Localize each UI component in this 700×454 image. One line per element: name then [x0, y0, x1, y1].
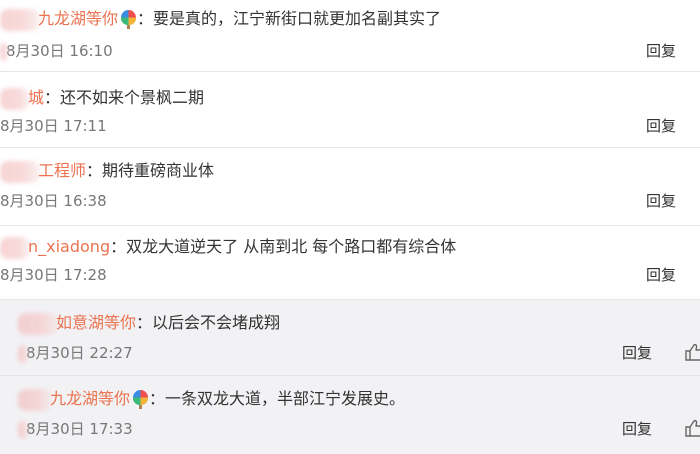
comment-item: n_xiadong：双龙大道逆天了 从南到北 每个路口都有综合体 8月30日 1… — [0, 226, 700, 300]
username-link[interactable]: 九龙湖等你 — [38, 6, 118, 32]
comment-text: ：一条双龙大道，半部江宁发展史。 — [149, 389, 406, 408]
avatar-blur — [18, 312, 58, 335]
comment-time: 8月30日 16:10 — [6, 42, 113, 60]
username-link[interactable]: 九龙湖等你 — [50, 386, 130, 412]
blur-mask — [18, 420, 28, 439]
comment-time: 8月30日 17:11 — [0, 117, 107, 135]
comment-text: ：双龙大道逆天了 从南到北 每个路口都有综合体 — [110, 237, 457, 256]
username-link[interactable]: 工程师 — [38, 158, 86, 184]
avatar-blur — [0, 236, 30, 259]
comment-time: 8月30日 17:28 — [0, 266, 107, 284]
comment-time: 8月30日 17:33 — [26, 420, 133, 438]
reply-link[interactable]: 回复 — [646, 190, 676, 211]
reply-link[interactable]: 回复 — [646, 115, 676, 136]
username-link[interactable]: 城 — [28, 85, 44, 111]
avatar-blur — [0, 87, 30, 110]
comment-time: 8月30日 16:38 — [0, 192, 107, 210]
comment-item: 工程师：期待重磅商业体 8月30日 16:38 回复 — [0, 148, 700, 226]
comment-text: ：期待重磅商业体 — [86, 161, 215, 180]
username-link[interactable]: n_xiadong — [28, 234, 110, 260]
reply-link[interactable]: 回复 — [622, 418, 652, 439]
avatar-blur — [0, 8, 40, 31]
nested-comment-item: 如意湖等你：以后会不会堵成翔 8月30日 22:27 回复 — [0, 300, 700, 376]
username-link[interactable]: 如意湖等你 — [56, 310, 136, 336]
hot-air-balloon-icon — [133, 390, 149, 409]
comment-time: 8月30日 22:27 — [26, 344, 133, 362]
thumbs-up-icon[interactable] — [684, 343, 700, 361]
comment-text: ：要是真的，江宁新街口就更加名副其实了 — [137, 9, 442, 28]
hot-air-balloon-icon — [121, 10, 137, 29]
thumbs-up-icon[interactable] — [684, 419, 700, 437]
reply-link[interactable]: 回复 — [646, 264, 676, 285]
comment-list: 九龙湖等你 ：要是真的，江宁新街口就更加名副其实了 8月30日 16:10 回复 … — [0, 0, 700, 454]
comment-item: 城：还不如来个景枫二期 8月30日 17:11 回复 — [0, 72, 700, 148]
reply-link[interactable]: 回复 — [622, 342, 652, 363]
comment-text: ：还不如来个景枫二期 — [44, 88, 205, 107]
avatar-blur — [18, 388, 52, 411]
nested-comment-item: 九龙湖等你 ：一条双龙大道，半部江宁发展史。 8月30日 17:33 回复 — [0, 376, 700, 454]
blur-mask — [0, 42, 8, 61]
avatar-blur — [0, 160, 40, 183]
comment-item: 九龙湖等你 ：要是真的，江宁新街口就更加名副其实了 8月30日 16:10 回复 — [0, 0, 700, 72]
comment-text: ：以后会不会堵成翔 — [136, 313, 281, 332]
blur-mask — [18, 344, 28, 363]
reply-link[interactable]: 回复 — [646, 40, 676, 61]
